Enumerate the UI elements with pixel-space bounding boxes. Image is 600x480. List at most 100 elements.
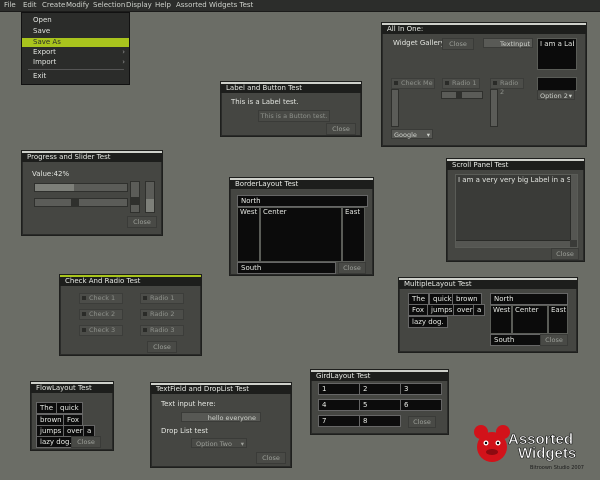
grid-layout-window[interactable]: GirdLayout Test 1 2 3 4 5 6 7 8 Close — [310, 369, 449, 435]
multiple-layout-window[interactable]: MultipleLayout Test The quick brown Fox … — [398, 277, 578, 353]
radio-label: Radio 2 — [150, 310, 175, 318]
window-titlebar[interactable]: FlowLayout Test — [31, 382, 113, 393]
label-text: I am a Label — [540, 40, 574, 48]
option-droplist[interactable]: Option 2 ▾ — [537, 90, 575, 100]
checkbox-icon — [82, 296, 86, 300]
window-titlebar[interactable]: Check And Radio Test — [60, 275, 201, 286]
close-button[interactable]: Close — [326, 123, 356, 135]
test-button[interactable]: This is a Button test. — [258, 110, 330, 122]
window-titlebar[interactable]: TextField and DropList Test — [151, 383, 291, 394]
file-dropdown-menu: Open Save Save As Export › Import › Exit — [21, 12, 130, 85]
menu-item-import[interactable]: Import › — [22, 58, 129, 67]
menu-file[interactable]: File — [4, 1, 16, 9]
vertical-slider[interactable] — [391, 89, 399, 127]
chevron-down-icon: ▾ — [568, 92, 572, 100]
menu-item-exit[interactable]: Exit — [22, 72, 129, 81]
grid-cell: 1 — [318, 383, 360, 395]
menu-display[interactable]: Display — [126, 1, 152, 9]
spinner-field[interactable] — [537, 77, 577, 91]
window-title: Progress and Slider Test — [27, 153, 111, 161]
checkbox-3[interactable]: Check 3 — [79, 325, 123, 336]
menu-item-save-as[interactable]: Save As — [22, 38, 129, 47]
flow-word: Fox — [408, 304, 428, 316]
slider-handle[interactable] — [456, 92, 462, 98]
window-titlebar[interactable]: BorderLayout Test — [230, 178, 373, 189]
check-radio-window[interactable]: Check And Radio Test Check 1 Check 2 Che… — [59, 274, 202, 356]
checkbox-1[interactable]: Check 1 — [79, 293, 123, 304]
horizontal-slider[interactable] — [441, 91, 483, 99]
horizontal-slider[interactable] — [34, 198, 128, 207]
border-layout-window[interactable]: BorderLayout Test North West Center East… — [229, 177, 374, 276]
center-region: Center — [260, 207, 342, 262]
center-label: Center — [263, 208, 287, 216]
west-label: West — [493, 306, 511, 314]
flow-layout-window[interactable]: FlowLayout Test The quick brown Fox jump… — [30, 381, 114, 451]
menu-create[interactable]: Create — [42, 1, 65, 9]
progress-slider-window[interactable]: Progress and Slider Test Value:42% Close — [21, 150, 163, 236]
menu-item-label: Open — [33, 16, 52, 24]
label-button-window[interactable]: Label and Button Test This is a Label te… — [220, 81, 362, 137]
close-button[interactable]: Close — [540, 334, 568, 346]
flow-word: lazy dog. — [408, 316, 448, 328]
vertical-progress-bar — [490, 89, 498, 127]
close-button[interactable]: Close — [408, 416, 436, 428]
radio-1[interactable]: Radio 1 — [140, 293, 184, 304]
grid-cell: 2 — [359, 383, 401, 395]
all-in-one-window[interactable]: All In One: Widget Gallery Close TextInp… — [381, 22, 587, 147]
google-droplist[interactable]: Google ▾ — [391, 129, 433, 139]
horizontal-scrollbar[interactable] — [456, 240, 570, 247]
gallery-close-button[interactable]: Close — [442, 38, 474, 50]
window-titlebar[interactable]: GirdLayout Test — [311, 370, 448, 381]
text-input-field[interactable]: TextInput — [483, 38, 533, 48]
menu-selection[interactable]: Selection — [93, 1, 125, 9]
menu-item-label: Import — [33, 58, 57, 66]
scroll-panel-viewport[interactable]: I am a very very big Label in a Scroll P — [455, 174, 578, 248]
menu-modify[interactable]: Modify — [66, 1, 89, 9]
window-title: FlowLayout Test — [36, 384, 92, 392]
window-titlebar[interactable]: All In One: — [382, 23, 586, 34]
scroll-label-panel[interactable]: I am a Label — [537, 38, 577, 70]
radio-label: Radio 1 — [150, 294, 175, 302]
window-titlebar[interactable]: Label and Button Test — [221, 82, 361, 93]
close-button[interactable]: Close — [127, 216, 157, 228]
radio-label: Radio 1 — [452, 79, 477, 87]
menu-edit[interactable]: Edit — [23, 1, 37, 9]
window-title: All In One: — [387, 25, 424, 33]
checkbox-label: Check Me — [401, 79, 433, 87]
menu-item-open[interactable]: Open — [22, 16, 129, 25]
widget-gallery-label: Widget Gallery — [393, 39, 445, 47]
text-input-field[interactable]: hello everyone — [181, 412, 261, 422]
window-title: BorderLayout Test — [235, 180, 299, 188]
checkbox-label: Check 2 — [89, 310, 116, 318]
slider-handle[interactable] — [71, 199, 79, 206]
radio-2[interactable]: Radio 2 — [490, 78, 524, 96]
radio-3[interactable]: Radio 3 — [140, 325, 184, 336]
droplist-select[interactable]: Option Two ▾ — [191, 438, 247, 448]
check-me-checkbox[interactable]: Check Me — [391, 78, 435, 89]
radio-icon — [143, 328, 147, 332]
checkbox-2[interactable]: Check 2 — [79, 309, 123, 320]
close-button[interactable]: Close — [147, 341, 177, 353]
menu-item-export[interactable]: Export › — [22, 48, 129, 57]
window-titlebar[interactable]: MultipleLayout Test — [399, 278, 577, 289]
close-button[interactable]: Close — [256, 452, 286, 464]
east-label: East — [551, 306, 567, 314]
flow-word: jumps — [427, 304, 457, 316]
center-label: Center — [515, 306, 539, 314]
radio-1[interactable]: Radio 1 — [442, 78, 480, 89]
close-button[interactable]: Close — [338, 262, 366, 274]
progress-value-label: Value:42% — [32, 170, 70, 178]
vertical-slider[interactable] — [130, 181, 140, 213]
vertical-scrollbar[interactable] — [570, 175, 577, 240]
grid-cell: 8 — [359, 415, 401, 427]
scroll-panel-window[interactable]: Scroll Panel Test I am a very very big L… — [446, 158, 585, 262]
window-titlebar[interactable]: Scroll Panel Test — [447, 159, 584, 170]
menu-item-save[interactable]: Save — [22, 27, 129, 36]
slider-handle[interactable] — [131, 197, 139, 205]
textfield-droplist-window[interactable]: TextField and DropList Test Text input h… — [150, 382, 292, 468]
close-button[interactable]: Close — [551, 248, 579, 260]
window-titlebar[interactable]: Progress and Slider Test — [22, 151, 162, 162]
menu-help[interactable]: Help — [155, 1, 171, 9]
close-button[interactable]: Close — [71, 436, 101, 448]
radio-2[interactable]: Radio 2 — [140, 309, 184, 320]
